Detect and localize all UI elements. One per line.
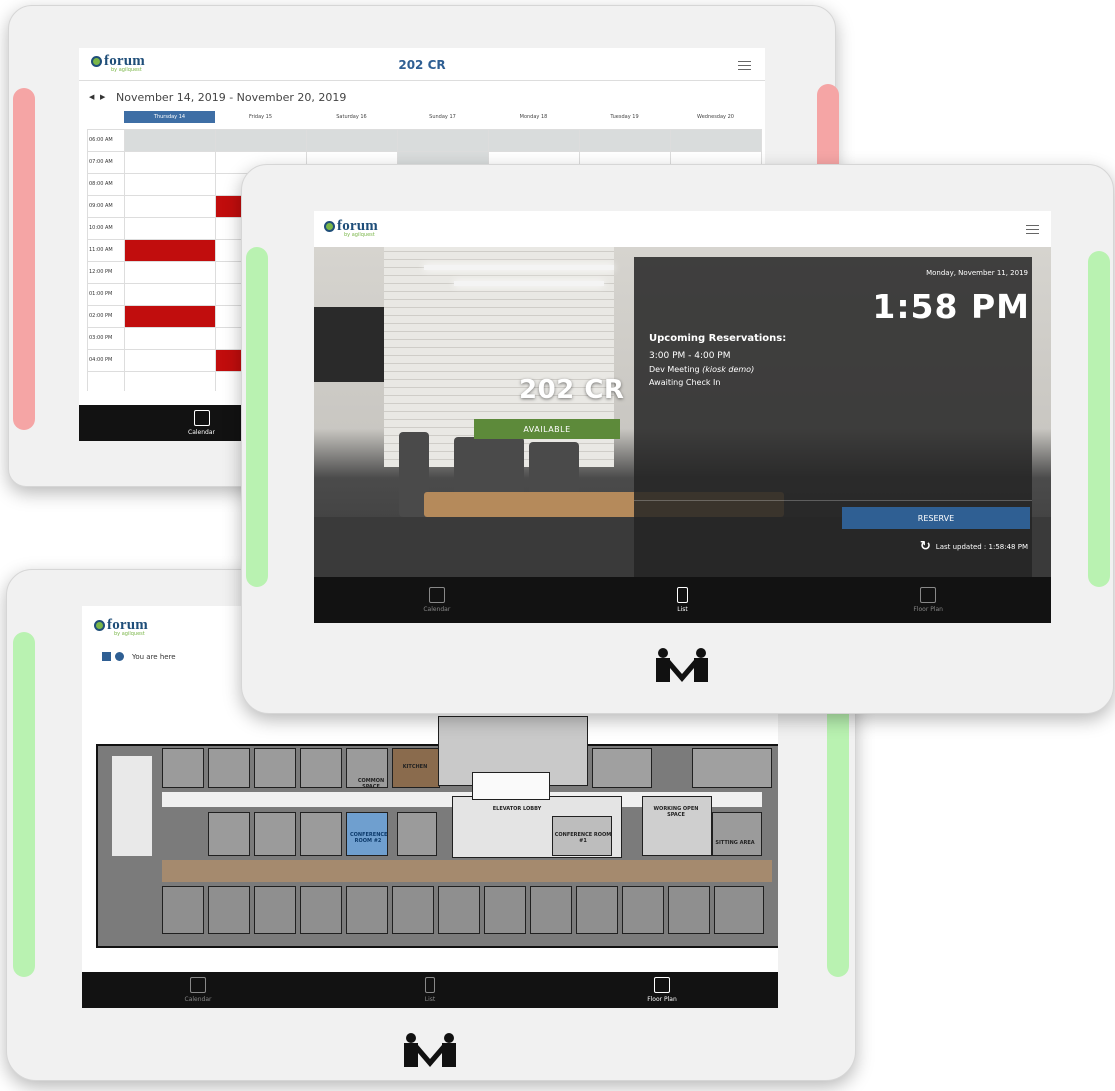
time-label: 11:00 AM <box>89 247 113 253</box>
floor-plan-icon <box>920 587 937 603</box>
calendar-icon <box>428 587 445 603</box>
reservation-block[interactable] <box>124 305 215 327</box>
nav-calendar[interactable]: Calendar <box>82 972 314 1008</box>
day-header-friday: Friday 15 <box>248 114 273 120</box>
time-label: 01:00 PM <box>89 291 113 297</box>
reservation-title: Dev Meeting <box>649 365 700 374</box>
time-label: 07:00 AM <box>89 159 113 165</box>
floor-plan-icon <box>654 977 670 993</box>
last-updated-row: ↻ Last updated : 1:58:48 PM <box>919 539 1028 554</box>
time-label: 02:00 PM <box>89 313 113 319</box>
upcoming-heading: Upcoming Reservations: <box>649 333 787 344</box>
floor-label-working-open-space: WORKING OPEN SPACE <box>653 806 699 818</box>
day-header-wednesday: Wednesday 20 <box>697 114 734 120</box>
forum-logo: forum by agilquest <box>324 219 378 238</box>
reservation-title-line: Dev Meeting (kiosk demo) <box>649 365 754 374</box>
device-logo-icon <box>404 1033 456 1067</box>
floor-label-common-space: COMMON SPACE <box>357 778 385 790</box>
tablet-icon <box>425 977 435 993</box>
floor-label-sitting-area: SITTING AREA <box>715 840 755 846</box>
nav-floor-plan[interactable]: Floor Plan <box>805 577 1051 623</box>
available-status-button[interactable]: AVAILABLE <box>474 419 620 439</box>
floor-label-conference-room-1[interactable]: CONFERENCE ROOM #1 <box>554 832 612 844</box>
calendar-icon <box>190 977 206 993</box>
circle-marker-icon <box>115 652 124 661</box>
floor-label-conference-room-2[interactable]: CONFERENCE ROOM #2 <box>350 832 387 844</box>
info-panel: Monday, November 11, 2019 1:58 PM Upcomi… <box>634 257 1032 577</box>
forum-logo-icon <box>324 221 335 232</box>
status-led-left <box>246 247 268 587</box>
reservation-block[interactable] <box>124 239 215 261</box>
status-led-left <box>13 88 35 430</box>
status-led-right <box>1088 251 1110 587</box>
page-title: 202 CR <box>398 58 446 72</box>
current-time: 1:58 PM <box>872 287 1030 326</box>
date-range-label: November 14, 2019 - November 20, 2019 <box>116 91 347 104</box>
next-week-arrow-icon[interactable]: ▶ <box>100 93 105 101</box>
reservation-time: 3:00 PM - 4:00 PM <box>649 351 731 361</box>
hamburger-menu-icon[interactable] <box>738 61 751 70</box>
nav-list[interactable]: List <box>560 577 806 623</box>
current-date: Monday, November 11, 2019 <box>926 269 1028 277</box>
time-label: 12:00 PM <box>89 269 113 275</box>
nav-calendar[interactable]: Calendar <box>314 577 560 623</box>
floor-label-elevator-lobby: ELEVATOR LOBBY <box>492 806 542 812</box>
bottom-nav-bar: Calendar List Floor Plan <box>314 577 1051 623</box>
time-label: 10:00 AM <box>89 225 113 231</box>
room-kiosk-device: forum by agilquest 202 CR AVAILABLE Mond… <box>241 164 1114 714</box>
time-label: 06:00 AM <box>89 137 113 143</box>
wall-tv-image <box>314 307 384 382</box>
tablet-icon <box>677 587 688 603</box>
forum-logo-icon <box>94 620 105 631</box>
nav-list[interactable]: List <box>314 972 546 1008</box>
floor-label-kitchen: KITCHEN <box>402 764 428 770</box>
time-label: 04:00 PM <box>89 357 113 363</box>
room-name: 202 CR <box>519 375 625 405</box>
day-header-sunday: Sunday 17 <box>429 114 456 120</box>
time-label: 09:00 AM <box>89 203 113 209</box>
reserve-button[interactable]: RESERVE <box>842 507 1030 529</box>
time-label: 03:00 PM <box>89 335 113 341</box>
device-logo-icon <box>656 648 708 682</box>
forum-logo: forum by agilquest <box>94 618 148 637</box>
nav-floor-plan[interactable]: Floor Plan <box>546 972 778 1008</box>
room-photo: 202 CR AVAILABLE Monday, November 11, 20… <box>314 247 1051 577</box>
status-led-left <box>13 632 35 977</box>
day-header-tuesday: Tuesday 19 <box>610 114 639 120</box>
reservation-note: (kiosk demo) <box>702 365 755 374</box>
day-header-saturday: Saturday 16 <box>336 114 367 120</box>
prev-week-arrow-icon[interactable]: ◀ <box>89 93 94 101</box>
refresh-icon[interactable]: ↻ <box>920 539 931 554</box>
hamburger-menu-icon[interactable] <box>1026 225 1039 234</box>
day-header-thursday: Thursday 14 <box>124 111 215 123</box>
bottom-nav-bar: Calendar List Floor Plan <box>82 972 778 1008</box>
floor-plan-map[interactable]: KITCHEN COMMON SPACE CONFERENCE ROOM #2 … <box>92 716 778 958</box>
reservation-status: Awaiting Check In <box>649 378 721 387</box>
day-header-monday: Monday 18 <box>519 114 548 120</box>
calendar-icon <box>193 410 210 426</box>
room-status-screen: forum by agilquest 202 CR AVAILABLE Mond… <box>314 211 1051 623</box>
time-label: 08:00 AM <box>89 181 113 187</box>
square-marker-icon <box>102 652 111 661</box>
legend-you-are-here: You are here <box>102 652 176 661</box>
